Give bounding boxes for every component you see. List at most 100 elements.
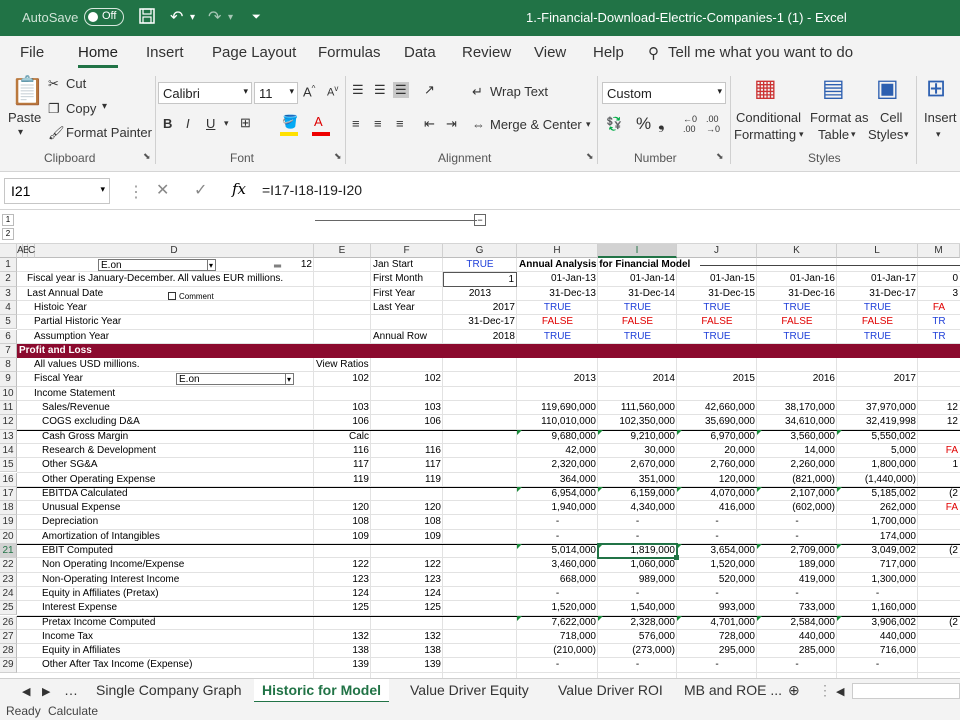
- percent-icon[interactable]: %: [636, 114, 651, 134]
- error-indicator-icon[interactable]: [677, 615, 682, 621]
- clipboard-launcher-icon[interactable]: ⬊: [143, 151, 151, 162]
- error-indicator-icon[interactable]: [598, 615, 603, 621]
- cut-icon[interactable]: ✂: [48, 76, 59, 92]
- outline-level-1[interactable]: 1: [2, 214, 14, 226]
- error-indicator-icon[interactable]: [757, 615, 762, 621]
- error-indicator-icon[interactable]: [837, 429, 842, 435]
- row-header[interactable]: 14: [0, 443, 17, 459]
- wrap-text-button[interactable]: Wrap Text: [490, 84, 548, 99]
- row-header[interactable]: 22: [0, 558, 17, 573]
- comma-style-icon[interactable]: ❟: [658, 114, 665, 134]
- enter-icon[interactable]: ✓: [194, 180, 207, 200]
- row-header[interactable]: 2: [0, 272, 17, 287]
- decrease-font-icon[interactable]: Av: [327, 84, 338, 99]
- error-indicator-icon[interactable]: [598, 486, 603, 492]
- align-top-icon[interactable]: ☰: [352, 82, 364, 98]
- font-size-select[interactable]: 11 ▾: [254, 82, 298, 104]
- row-header[interactable]: 23: [0, 572, 17, 587]
- more-sheets-icon[interactable]: …: [64, 682, 78, 698]
- row-header[interactable]: 20: [0, 529, 17, 544]
- row-header[interactable]: 15: [0, 458, 17, 473]
- add-sheet-icon[interactable]: ⊕: [788, 682, 800, 699]
- cell-styles-label-2[interactable]: Styles: [868, 127, 903, 142]
- copy-icon[interactable]: ❐: [48, 101, 60, 117]
- row-header[interactable]: 5: [0, 315, 17, 330]
- row-header[interactable]: 9: [0, 372, 17, 387]
- align-bottom-icon[interactable]: ☰: [393, 82, 409, 98]
- comment-checkbox[interactable]: Comment: [166, 290, 236, 302]
- column-header[interactable]: D: [35, 244, 314, 258]
- align-middle-icon[interactable]: ☰: [374, 82, 386, 98]
- select-all-corner[interactable]: [0, 244, 17, 258]
- fiscal-year-dropdown[interactable]: E.on ▾: [176, 373, 294, 386]
- decrease-decimal-icon[interactable]: .00 →0: [706, 114, 720, 134]
- row-header[interactable]: 8: [0, 358, 17, 373]
- tab-view[interactable]: View: [534, 44, 566, 61]
- column-header[interactable]: M: [918, 244, 960, 258]
- number-format-select[interactable]: Custom ▾: [602, 82, 726, 104]
- italic-icon[interactable]: I: [186, 116, 190, 131]
- error-indicator-icon[interactable]: [677, 429, 682, 435]
- sheet-tab[interactable]: Value Driver Equity: [410, 682, 529, 698]
- row-header[interactable]: 10: [0, 386, 17, 401]
- merge-dropdown-icon[interactable]: ▾: [586, 119, 591, 130]
- format-as-table-icon[interactable]: ▤: [822, 74, 845, 103]
- cut-button[interactable]: Cut: [66, 76, 86, 91]
- worksheet-grid[interactable]: A B C D E F G H I J K L M 1 2 3 4 5 6 7 8 9 10 11 12 13 14 15 16 17 18…: [0, 244, 960, 678]
- insert-function-icon[interactable]: fx: [232, 180, 246, 198]
- insert-cells-icon[interactable]: ⊞: [926, 74, 946, 103]
- cell-styles-label-1[interactable]: Cell: [880, 110, 902, 125]
- tab-formulas[interactable]: Formulas: [318, 44, 381, 61]
- row-header[interactable]: 26: [0, 615, 17, 630]
- column-header[interactable]: L: [837, 244, 918, 258]
- row-header[interactable]: 18: [0, 501, 17, 516]
- error-indicator-icon[interactable]: [837, 544, 842, 549]
- accounting-format-icon[interactable]: 💱: [606, 116, 622, 132]
- error-indicator-icon[interactable]: [677, 486, 682, 492]
- tab-file[interactable]: File: [20, 44, 44, 61]
- wrap-text-icon[interactable]: ↵: [472, 84, 483, 100]
- error-indicator-icon[interactable]: [837, 486, 842, 492]
- tab-data[interactable]: Data: [404, 44, 436, 61]
- formula-input[interactable]: =I17-I18-I19-I20: [262, 182, 362, 198]
- chevron-down-icon[interactable]: ▾: [799, 129, 804, 140]
- company-dropdown[interactable]: E.on ▾: [98, 259, 216, 271]
- tab-review[interactable]: Review: [462, 44, 511, 61]
- row-header[interactable]: 17: [0, 486, 17, 502]
- column-header[interactable]: K: [757, 244, 837, 258]
- row-header[interactable]: 1: [0, 258, 17, 273]
- sheet-tab[interactable]: Value Driver ROI: [558, 682, 663, 698]
- collapse-group-icon[interactable]: −: [474, 214, 486, 226]
- error-indicator-icon[interactable]: [757, 429, 762, 435]
- format-painter-icon[interactable]: 🖌: [48, 125, 65, 141]
- row-header[interactable]: 24: [0, 586, 17, 602]
- error-indicator-icon[interactable]: [757, 544, 762, 549]
- error-indicator-icon[interactable]: [757, 486, 762, 492]
- row-header[interactable]: 28: [0, 644, 17, 659]
- conditional-formatting-label-1[interactable]: Conditional: [736, 110, 801, 125]
- font-name-select[interactable]: Calibri ▾: [158, 82, 252, 104]
- column-header[interactable]: C: [28, 244, 35, 258]
- tab-page-layout[interactable]: Page Layout: [212, 44, 296, 61]
- copy-button[interactable]: Copy: [66, 101, 96, 116]
- fill-handle[interactable]: [674, 555, 679, 561]
- name-box[interactable]: I21 ▾: [4, 178, 110, 204]
- conditional-formatting-icon[interactable]: ▦: [754, 74, 777, 103]
- spin-control-icon[interactable]: ═: [272, 260, 292, 270]
- fill-color-icon[interactable]: 🪣: [282, 114, 298, 130]
- font-launcher-icon[interactable]: ⬊: [334, 151, 342, 162]
- row-header[interactable]: 21: [0, 544, 17, 559]
- error-indicator-icon[interactable]: [517, 429, 522, 435]
- merge-icon[interactable]: ⇔: [472, 117, 485, 132]
- underline-dropdown-icon[interactable]: ▾: [224, 118, 229, 129]
- tab-home[interactable]: Home: [78, 44, 119, 68]
- bold-icon[interactable]: B: [163, 116, 172, 131]
- format-as-table-label-2[interactable]: Table: [818, 127, 849, 142]
- number-launcher-icon[interactable]: ⬊: [716, 151, 724, 162]
- increase-decimal-icon[interactable]: ←0.00: [683, 114, 697, 134]
- increase-indent-icon[interactable]: ⇥: [446, 116, 457, 132]
- lightbulb-search-icon[interactable]: ⚲: [648, 44, 659, 62]
- chevron-down-icon[interactable]: ▾: [904, 129, 909, 140]
- decrease-indent-icon[interactable]: ⇤: [424, 116, 435, 132]
- format-as-table-label-1[interactable]: Format as: [810, 110, 869, 125]
